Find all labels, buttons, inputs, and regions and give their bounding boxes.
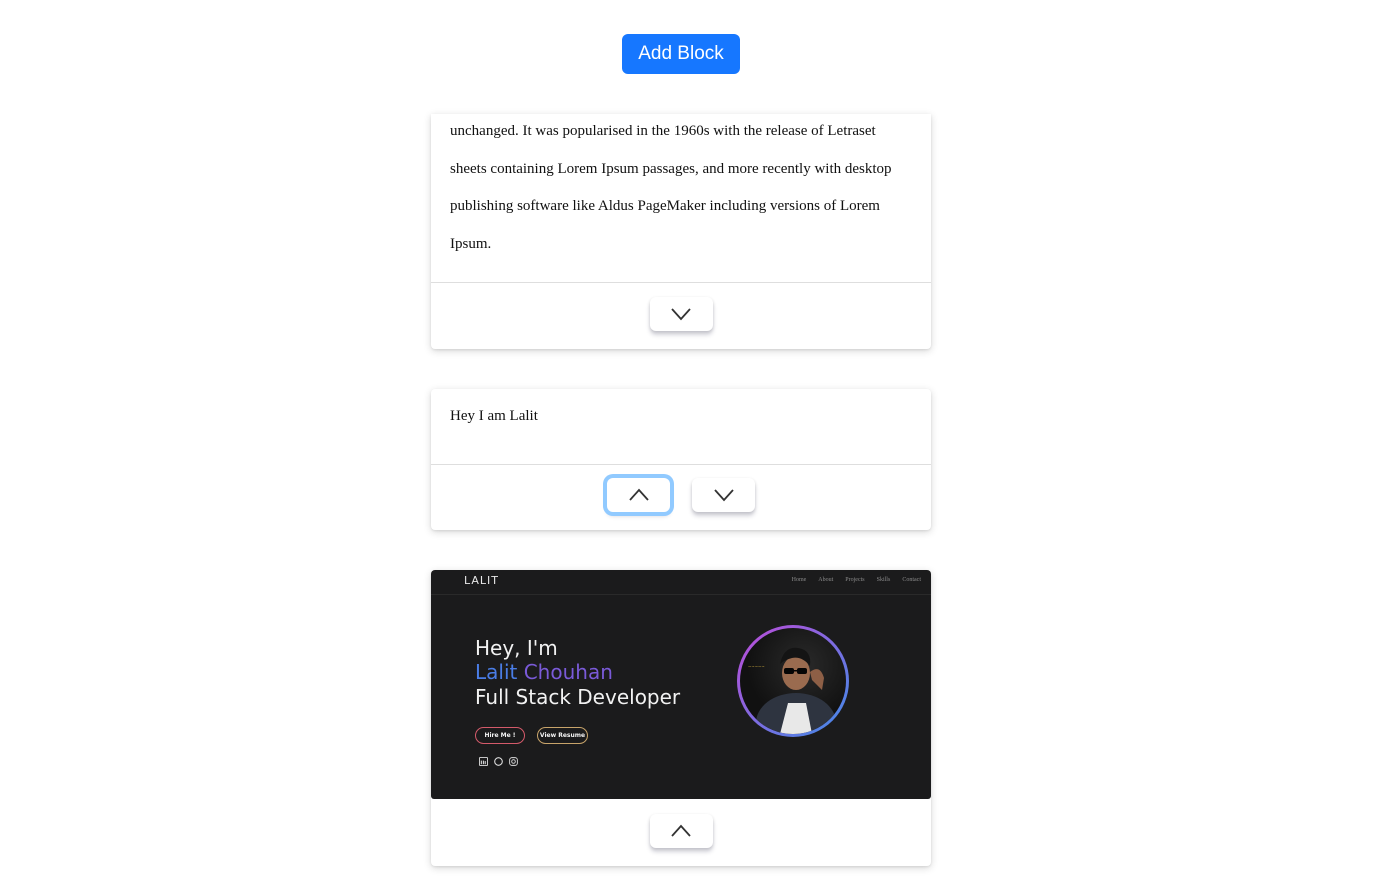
preview-first-name: Lalit [475, 660, 518, 684]
preview-nav-links: Home About Projects Skills Contact [792, 577, 921, 583]
preview-last-name: Chouhan [523, 660, 613, 684]
block-text[interactable]: unchanged. It was popularised in the 196… [450, 113, 912, 263]
instagram-icon [509, 751, 518, 766]
preview-avatar-photo: ~~~~~ [740, 628, 846, 734]
block-controls [431, 478, 931, 512]
block-text[interactable]: Hey I am Lalit [450, 406, 912, 426]
preview-nav-link: Skills [876, 577, 891, 583]
block-text-line: unchanged. It was popularised in the 196… [450, 123, 876, 139]
block-text-line: sheets containing Lorem Ipsum passages, … [450, 160, 892, 177]
block-text-line: publishing software like Aldus PageMaker… [450, 198, 880, 215]
preview-name: Lalit Chouhan [475, 660, 613, 684]
move-down-button[interactable] [649, 297, 713, 331]
preview-role: Full Stack Developer [475, 685, 681, 709]
preview-navbar: LALIT Home About Projects Skills Contact [431, 570, 931, 595]
preview-greeting: Hey, I'm [475, 636, 558, 660]
card-divider [431, 282, 931, 283]
portfolio-preview-image: LALIT Home About Projects Skills Contact… [431, 570, 931, 799]
move-up-button[interactable] [649, 814, 713, 848]
chevron-down-icon [671, 308, 691, 321]
svg-text:~~~~~: ~~~~~ [748, 664, 765, 669]
preview-nav-link: Projects [845, 577, 865, 583]
block-controls [431, 297, 931, 331]
preview-avatar: ~~~~~ [737, 625, 849, 737]
chevron-up-icon [671, 824, 691, 837]
image-block-card: LALIT Home About Projects Skills Contact… [431, 570, 931, 866]
preview-socials [479, 751, 518, 766]
preview-nav-link: Home [791, 577, 807, 583]
text-block-card: unchanged. It was popularised in the 196… [431, 114, 931, 349]
block-controls [431, 814, 931, 848]
add-block-button[interactable]: Add Block [622, 34, 740, 74]
move-down-button[interactable] [692, 478, 755, 512]
github-icon [494, 751, 503, 766]
move-up-button[interactable] [607, 478, 670, 512]
preview-nav-link: Contact [902, 577, 921, 583]
preview-resume-button: View Resume [537, 727, 588, 744]
chevron-up-icon [628, 488, 649, 501]
chevron-down-icon [713, 489, 734, 502]
block-text-line: Ipsum. [450, 235, 492, 252]
text-block-card: Hey I am Lalit [431, 389, 931, 530]
preview-logo: LALIT [464, 574, 499, 587]
preview-hire-button: Hire Me ! [475, 727, 525, 744]
preview-nav-link: About [818, 577, 834, 583]
card-divider [431, 464, 931, 465]
linkedin-icon [479, 751, 488, 766]
